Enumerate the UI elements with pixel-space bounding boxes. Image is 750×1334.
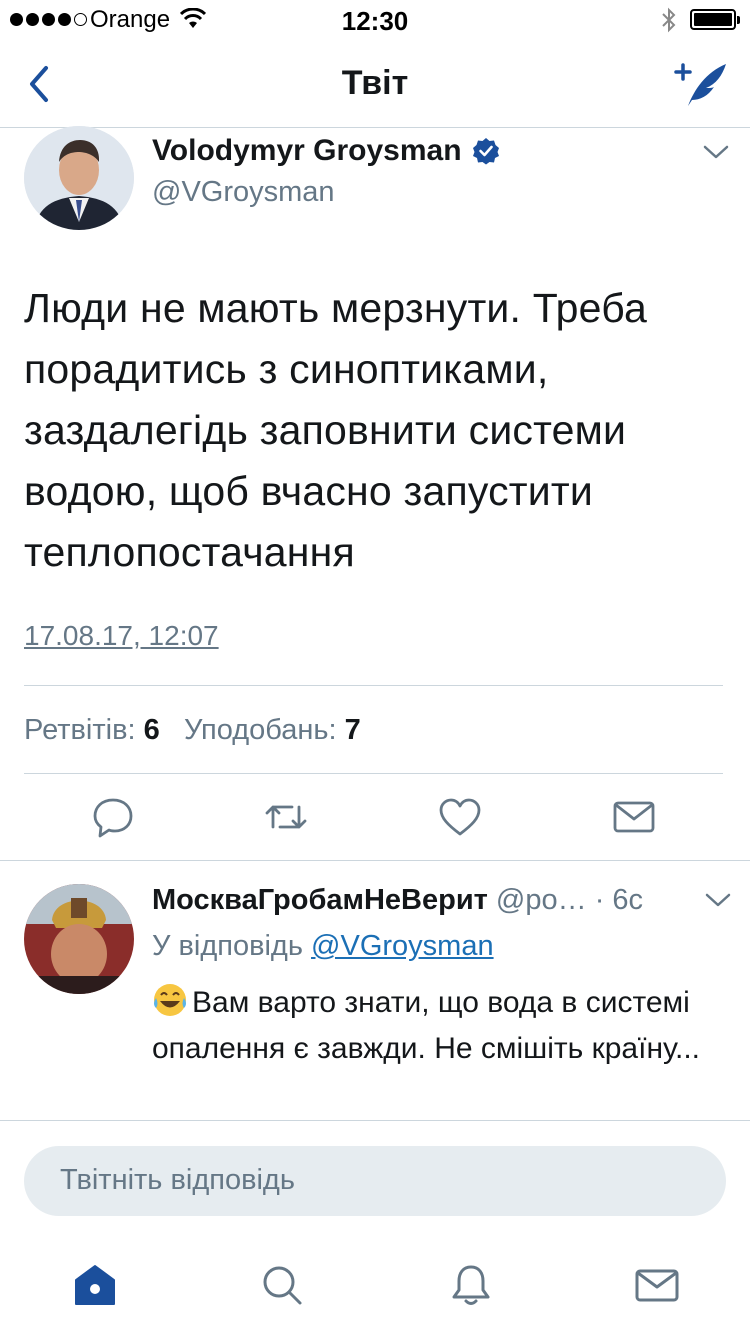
search-icon[interactable] bbox=[259, 1262, 305, 1308]
reply-author-handle[interactable]: @ро… bbox=[496, 884, 587, 916]
likes-label: Уподобань: bbox=[183, 714, 337, 746]
retweets-count[interactable]: 6 bbox=[144, 714, 160, 746]
likes-count[interactable]: 7 bbox=[345, 714, 361, 746]
reply-time: · 6с bbox=[594, 884, 644, 916]
notifications-icon[interactable] bbox=[448, 1262, 494, 1308]
battery-icon bbox=[690, 9, 740, 30]
status-bar: Orange 12:30 bbox=[0, 0, 750, 40]
divider bbox=[0, 860, 750, 861]
tweet-stats: Ретвітів: 6 Уподобань: 7 bbox=[24, 714, 361, 747]
tweet-timestamp[interactable]: 17.08.17, 12:07 bbox=[24, 620, 219, 652]
in-reply-handle-link[interactable]: @VGroysman bbox=[311, 930, 494, 962]
chevron-down-icon[interactable] bbox=[704, 890, 732, 910]
verified-badge-icon bbox=[472, 138, 499, 165]
reply-icon[interactable] bbox=[91, 795, 135, 839]
reply-input-placeholder: Твітніть відповідь bbox=[60, 1164, 295, 1196]
reply-author-name[interactable]: МоскваГробамНеВерит bbox=[152, 884, 488, 916]
retweet-icon[interactable] bbox=[264, 795, 308, 839]
page-title: Твіт bbox=[341, 64, 409, 102]
reply-input[interactable]: Твітніть відповідь bbox=[24, 1146, 726, 1216]
status-time: 12:30 bbox=[341, 6, 409, 36]
reply-header[interactable]: МоскваГробамНеВерит @ро… · 6с bbox=[152, 884, 692, 917]
reply-text-block: Вам варто знати, що вода в системі опале… bbox=[152, 980, 712, 1072]
author-handle[interactable]: @VGroysman bbox=[152, 176, 335, 209]
avatar[interactable] bbox=[24, 126, 134, 230]
message-icon[interactable] bbox=[612, 795, 656, 839]
navigation-bar: Твіт bbox=[0, 40, 750, 128]
reply-avatar[interactable] bbox=[24, 884, 134, 994]
retweets-label: Ретвітів: bbox=[24, 714, 136, 746]
author-name[interactable]: Volodymyr Groysman bbox=[152, 134, 500, 168]
author-name-text[interactable]: Volodymyr Groysman bbox=[152, 134, 462, 168]
messages-icon[interactable] bbox=[634, 1262, 680, 1308]
like-icon[interactable] bbox=[438, 795, 482, 839]
compose-tweet-icon[interactable] bbox=[672, 60, 730, 110]
tweet-actions bbox=[0, 795, 750, 843]
reply-text: Вам варто знати, що вода в системі опале… bbox=[152, 986, 701, 1065]
divider bbox=[24, 685, 723, 686]
in-reply-prefix: У відповідь bbox=[152, 930, 303, 962]
bluetooth-icon bbox=[662, 7, 676, 33]
in-reply-to: У відповідь @VGroysman bbox=[152, 930, 494, 963]
laughing-tears-emoji-icon bbox=[154, 984, 186, 1016]
chevron-down-icon[interactable] bbox=[702, 142, 730, 162]
tweet-text: Люди не мають мерзнути. Треба порадитись… bbox=[24, 285, 647, 575]
divider bbox=[0, 1120, 750, 1121]
divider bbox=[24, 773, 723, 774]
home-icon[interactable] bbox=[72, 1262, 118, 1308]
